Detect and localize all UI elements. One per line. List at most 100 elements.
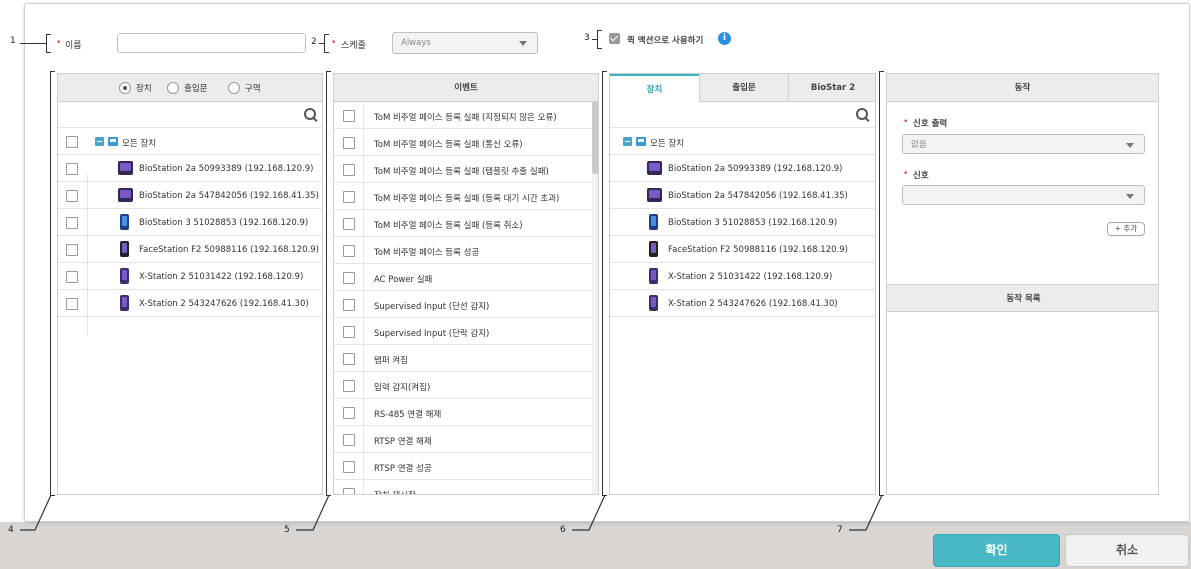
event-row[interactable]: 탬퍼 켜짐 <box>334 345 598 372</box>
event-row[interactable]: Supervised Input (단선 감지) <box>334 291 598 318</box>
event-label: RTSP 연결 해제 <box>374 437 432 447</box>
chevron-down-icon <box>1126 143 1134 148</box>
search-icon[interactable] <box>856 108 868 120</box>
event-scrollbar-thumb[interactable] <box>592 102 598 174</box>
name-label: 이름 <box>65 41 82 51</box>
schedule-select[interactable]: Always <box>392 32 538 54</box>
signal-output-select[interactable]: 없음 <box>902 134 1145 154</box>
required-mark: • <box>903 117 909 127</box>
event-row[interactable]: ToM 비주얼 페이스 등록 실패 (등록 대기 시간 초과) <box>334 183 598 210</box>
event-row[interactable]: ToM 비주얼 페이스 등록 성공 <box>334 237 598 264</box>
device-tree-root[interactable]: 모든 장치 <box>58 128 322 155</box>
tab-device[interactable]: 장치 <box>610 74 699 102</box>
device-row[interactable]: BioStation 2a 547842056 (192.168.41.35) <box>58 182 322 209</box>
event-row[interactable]: RTSP 연결 해제 <box>334 426 598 453</box>
row-checkbox[interactable] <box>66 244 78 256</box>
row-checkbox[interactable] <box>343 137 355 149</box>
event-row[interactable]: Supervised Input (단락 감지) <box>334 318 598 345</box>
xstation-device-icon <box>120 295 129 311</box>
device-row[interactable]: X-Station 2 543247626 (192.168.41.30) <box>58 290 322 317</box>
callout-4-bracket <box>50 71 51 495</box>
row-checkbox[interactable] <box>343 434 355 446</box>
target-device-row[interactable]: FaceStation F2 50988116 (192.168.120.9) <box>610 236 875 263</box>
row-checkbox[interactable] <box>343 245 355 257</box>
add-action-button[interactable]: + 추가 <box>1107 222 1145 236</box>
device-row[interactable]: BioStation 3 51028853 (192.168.120.9) <box>58 209 322 236</box>
signal-select[interactable] <box>902 185 1145 205</box>
row-checkbox[interactable] <box>343 272 355 284</box>
row-checkbox[interactable] <box>343 461 355 473</box>
xstation-device-icon <box>649 268 658 284</box>
device-label: FaceStation F2 50988116 (192.168.120.9) <box>139 245 319 255</box>
row-checkbox[interactable] <box>66 190 78 202</box>
row-checkbox[interactable] <box>343 110 355 122</box>
row-checkbox[interactable] <box>343 218 355 230</box>
callout-4: 4 <box>8 525 14 535</box>
tab-door[interactable]: 출입문 <box>699 74 788 102</box>
target-device-row[interactable]: BioStation 3 51028853 (192.168.120.9) <box>610 209 875 236</box>
event-row[interactable]: RS-485 연결 해제 <box>334 399 598 426</box>
row-checkbox[interactable] <box>343 488 355 494</box>
signal-output-label: 신호 출력 <box>913 119 948 129</box>
search-icon[interactable] <box>304 108 316 120</box>
event-row[interactable]: ToM 비주얼 페이스 등록 실패 (통신 오류) <box>334 129 598 156</box>
device-selection-panel: 장치 출입문 구역 모든 장치 BioStation 2a 50993389 (… <box>57 73 323 495</box>
event-row[interactable]: AC Power 실패 <box>334 264 598 291</box>
target-tree-root[interactable]: 모든 장치 <box>610 128 875 155</box>
row-checkbox[interactable] <box>66 163 78 175</box>
event-row[interactable]: 입력 감지(켜짐) <box>334 372 598 399</box>
radio-device[interactable] <box>119 82 131 94</box>
row-checkbox[interactable] <box>343 299 355 311</box>
event-label: 장치 재시작 <box>374 489 416 494</box>
name-input[interactable] <box>117 33 306 53</box>
device-group-icon <box>108 137 118 146</box>
target-device-row[interactable]: BioStation 2a 547842056 (192.168.41.35) <box>610 182 875 209</box>
radio-door[interactable] <box>167 82 179 94</box>
callout-1-line <box>20 43 46 44</box>
callout-5-bracket <box>326 71 327 495</box>
event-row[interactable]: ToM 비주얼 페이스 등록 실패 (템플릿 추출 실패) <box>334 156 598 183</box>
event-label: 입력 감지(켜짐) <box>374 383 431 393</box>
device-label: X-Station 2 543247626 (192.168.41.30) <box>139 299 309 309</box>
event-row[interactable]: ToM 비주얼 페이스 등록 실패 (지정되지 않은 오류) <box>334 102 598 129</box>
event-row[interactable]: ToM 비주얼 페이스 등록 실패 (등록 취소) <box>334 210 598 237</box>
tab-biostar2[interactable]: BioStar 2 <box>788 74 875 102</box>
cancel-button[interactable]: 취소 <box>1065 534 1189 567</box>
info-icon[interactable]: i <box>718 32 731 45</box>
row-checkbox[interactable] <box>66 136 78 148</box>
device-row[interactable]: FaceStation F2 50988116 (192.168.120.9) <box>58 236 322 263</box>
target-search-row[interactable] <box>610 102 875 128</box>
row-checkbox[interactable] <box>66 217 78 229</box>
radio-zone[interactable] <box>228 82 240 94</box>
row-checkbox[interactable] <box>66 271 78 283</box>
event-label: RS-485 연결 해제 <box>374 410 442 420</box>
device-group-icon <box>636 137 646 146</box>
target-device-row[interactable]: X-Station 2 51031422 (192.168.120.9) <box>610 263 875 290</box>
action-list-header: 동작 목록 <box>887 284 1158 312</box>
target-device-row[interactable]: X-Station 2 543247626 (192.168.41.30) <box>610 290 875 317</box>
device-row[interactable]: X-Station 2 51031422 (192.168.120.9) <box>58 263 322 290</box>
confirm-button[interactable]: 확인 <box>933 534 1060 567</box>
row-checkbox[interactable] <box>343 326 355 338</box>
row-checkbox[interactable] <box>66 298 78 310</box>
biostation-device-icon <box>647 188 662 202</box>
collapse-icon[interactable] <box>623 137 632 146</box>
quick-action-checkbox[interactable] <box>609 33 620 44</box>
device-search-row[interactable] <box>58 102 322 128</box>
row-checkbox[interactable] <box>343 353 355 365</box>
target-tabs: 장치 출입문 BioStar 2 <box>610 74 875 102</box>
row-checkbox[interactable] <box>343 407 355 419</box>
event-row[interactable]: RTSP 연결 성공 <box>334 453 598 480</box>
collapse-icon[interactable] <box>95 137 104 146</box>
schedule-label: 스케줄 <box>341 41 366 51</box>
row-checkbox[interactable] <box>343 191 355 203</box>
event-label: AC Power 실패 <box>374 275 433 285</box>
target-device-row[interactable]: BioStation 2a 50993389 (192.168.120.9) <box>610 155 875 182</box>
event-label: ToM 비주얼 페이스 등록 실패 (템플릿 추출 실패) <box>374 167 549 177</box>
row-checkbox[interactable] <box>343 380 355 392</box>
callout-7: 7 <box>837 525 843 535</box>
row-checkbox[interactable] <box>343 164 355 176</box>
event-label: ToM 비주얼 페이스 등록 실패 (등록 취소) <box>374 221 523 231</box>
device-row[interactable]: BioStation 2a 50993389 (192.168.120.9) <box>58 155 322 182</box>
event-row[interactable]: 장치 재시작 <box>334 480 598 494</box>
